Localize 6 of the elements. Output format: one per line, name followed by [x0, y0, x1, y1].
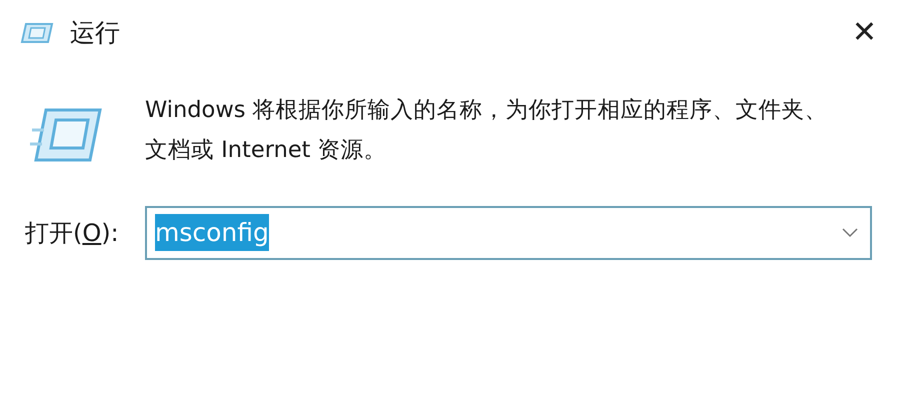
close-button[interactable]: ✕ [846, 16, 883, 49]
description-text: Windows 将根据你所输入的名称，为你打开相应的程序、文件夹、文档或 Internet 资源。 [145, 96, 829, 164]
window-title: 运行 [70, 17, 120, 49]
run-icon [20, 22, 54, 44]
open-label: 打开(O): [25, 218, 120, 248]
dropdown-chevron-icon[interactable] [842, 228, 858, 238]
